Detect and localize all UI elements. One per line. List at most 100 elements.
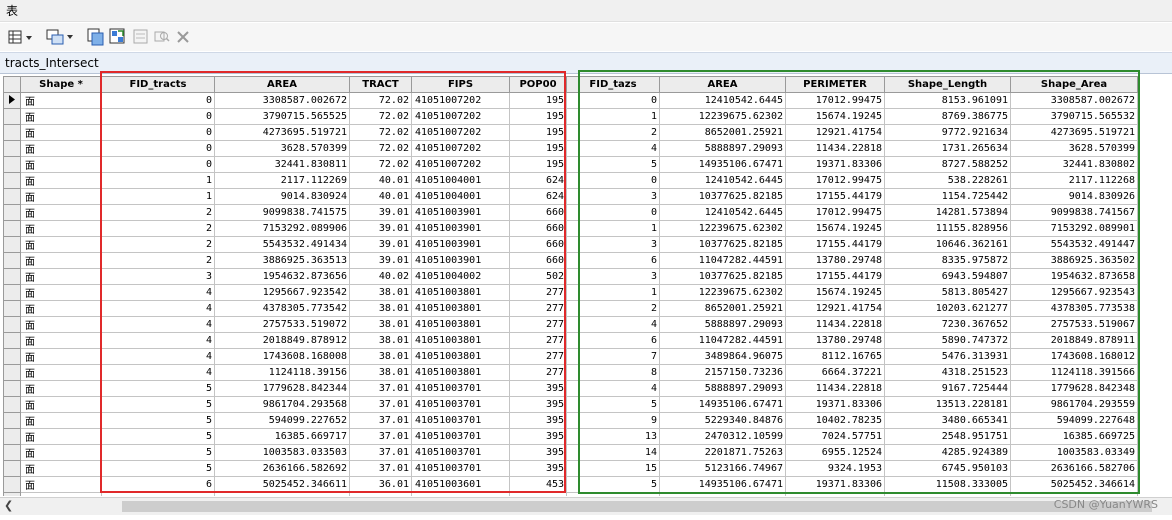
cell-perimeter[interactable]: 10402.78235: [785, 492, 885, 496]
cell-area-tazs[interactable]: 14935106.67471: [659, 476, 786, 493]
col-header-shape[interactable]: Shape *: [20, 76, 102, 93]
cell-pop00[interactable]: 395: [509, 428, 567, 445]
cell-shape[interactable]: 面: [20, 140, 102, 157]
cell-fips[interactable]: 41051003701: [411, 444, 510, 461]
cell-area-tazs[interactable]: 11047282.44591: [659, 252, 786, 269]
row-selector[interactable]: [3, 492, 21, 496]
cell-area[interactable]: 2636166.582692: [214, 460, 350, 477]
table-row[interactable]: 面 5 594099.227652 37.01 41051003701 395 9 52293…: [3, 412, 1138, 429]
cell-shape[interactable]: 面: [20, 348, 102, 365]
row-selector[interactable]: [3, 444, 21, 461]
cell-fid-tazs[interactable]: 2: [566, 124, 660, 141]
cell-fid-tazs[interactable]: 5: [566, 396, 660, 413]
col-header-pop00[interactable]: POP00: [509, 76, 567, 93]
zoom-to-selected-button[interactable]: [153, 27, 171, 47]
cell-area[interactable]: 1743608.168008: [214, 348, 350, 365]
cell-area[interactable]: 9014.830924: [214, 188, 350, 205]
cell-tract[interactable]: 38.01: [349, 348, 412, 365]
cell-tract[interactable]: 37.01: [349, 444, 412, 461]
cell-shape-area[interactable]: 3886925.363502: [1010, 252, 1138, 269]
row-selector[interactable]: [3, 348, 21, 365]
cell-shape-area[interactable]: 7153292.089901: [1010, 220, 1138, 237]
cell-shape[interactable]: 面: [20, 156, 102, 173]
cell-fid-tracts[interactable]: 4: [101, 332, 215, 349]
cell-shape-length[interactable]: 13513.228181: [884, 396, 1011, 413]
cell-fid-tracts[interactable]: 4: [101, 316, 215, 333]
cell-perimeter[interactable]: 19371.83306: [785, 396, 885, 413]
row-selector[interactable]: [3, 332, 21, 349]
cell-shape-area[interactable]: 1779628.842348: [1010, 380, 1138, 397]
table-row[interactable]: 面 0 32441.830811 72.02 41051007202 195 5 149351…: [3, 156, 1138, 173]
table-row[interactable]: 面 5 1779628.842344 37.01 41051003701 395 4 5888…: [3, 380, 1138, 397]
cell-shape-length[interactable]: 11508.333005: [884, 476, 1011, 493]
cell-area[interactable]: 1295667.923542: [214, 284, 350, 301]
cell-fid-tazs[interactable]: 3: [566, 268, 660, 285]
cell-tract[interactable]: 39.01: [349, 236, 412, 253]
table-row[interactable]: 面 4 4378305.773542 38.01 41051003801 277 2 8652…: [3, 300, 1138, 317]
cell-fid-tazs[interactable]: 5: [566, 476, 660, 493]
cell-tract[interactable]: 72.02: [349, 92, 412, 109]
cell-area[interactable]: 1124118.39156: [214, 364, 350, 381]
cell-shape-length[interactable]: 4285.924389: [884, 444, 1011, 461]
cell-shape[interactable]: 面: [20, 316, 102, 333]
cell-shape-length[interactable]: 1154.725442: [884, 188, 1011, 205]
cell-perimeter[interactable]: 17155.44179: [785, 236, 885, 253]
cell-shape-length[interactable]: 9252.028353: [884, 492, 1011, 496]
cell-shape[interactable]: 面: [20, 364, 102, 381]
cell-shape-area[interactable]: 3790715.565532: [1010, 108, 1138, 125]
row-selector[interactable]: [3, 316, 21, 333]
cell-tract[interactable]: 36.01: [349, 476, 412, 493]
cell-shape-length[interactable]: 10203.621277: [884, 300, 1011, 317]
cell-area-tazs[interactable]: 5229340.84876: [659, 492, 786, 496]
cell-fid-tazs[interactable]: 13: [566, 428, 660, 445]
cell-area-tazs[interactable]: 12239675.62302: [659, 108, 786, 125]
cell-area-tazs[interactable]: 12239675.62302: [659, 220, 786, 237]
cell-pop00[interactable]: 277: [509, 284, 567, 301]
cell-fips[interactable]: 41051007202: [411, 124, 510, 141]
cell-fid-tazs[interactable]: 1: [566, 220, 660, 237]
cell-area[interactable]: 9099838.741575: [214, 204, 350, 221]
cell-fips[interactable]: 41051003901: [411, 252, 510, 269]
cell-shape-area[interactable]: 5543532.491447: [1010, 236, 1138, 253]
cell-shape-area[interactable]: 2018849.878911: [1010, 332, 1138, 349]
cell-shape-area[interactable]: 1003583.03349: [1010, 444, 1138, 461]
row-selector[interactable]: [3, 460, 21, 477]
table-row[interactable]: 面 0 3308587.002672 72.02 41051007202 195 0 1241…: [3, 92, 1138, 109]
cell-fips[interactable]: 41051003801: [411, 284, 510, 301]
cell-fips[interactable]: 41051007202: [411, 108, 510, 125]
cell-fid-tracts[interactable]: 4: [101, 348, 215, 365]
cell-shape-area[interactable]: 9099838.741567: [1010, 204, 1138, 221]
cell-shape[interactable]: 面: [20, 460, 102, 477]
cell-pop00[interactable]: 624: [509, 188, 567, 205]
cell-tract[interactable]: 38.01: [349, 332, 412, 349]
cell-perimeter[interactable]: 17012.99475: [785, 172, 885, 189]
cell-pop00[interactable]: 624: [509, 172, 567, 189]
cell-shape-length[interactable]: 5476.313931: [884, 348, 1011, 365]
row-selector[interactable]: [3, 268, 21, 285]
cell-fid-tazs[interactable]: 14: [566, 444, 660, 461]
cell-shape[interactable]: 面: [20, 444, 102, 461]
cell-pop00[interactable]: 660: [509, 252, 567, 269]
cell-fid-tracts[interactable]: 0: [101, 140, 215, 157]
cell-area[interactable]: 4273695.519721: [214, 124, 350, 141]
table-row[interactable]: 面 6 5025452.346611 36.01 41051003601 453 5 1493…: [3, 476, 1138, 493]
table-row[interactable]: 面 4 2018849.878912 38.01 41051003801 277 6 1104…: [3, 332, 1138, 349]
cell-area[interactable]: 5543532.491434: [214, 236, 350, 253]
row-selector[interactable]: [3, 156, 21, 173]
cell-tract[interactable]: 72.02: [349, 108, 412, 125]
cell-fips[interactable]: 41051007202: [411, 92, 510, 109]
table-row[interactable]: 面 3 1954632.873656 40.02 41051004002 502 3 1037…: [3, 268, 1138, 285]
cell-pop00[interactable]: 277: [509, 300, 567, 317]
cell-shape[interactable]: 面: [20, 204, 102, 221]
cell-perimeter[interactable]: 7024.57751: [785, 428, 885, 445]
cell-shape[interactable]: 面: [20, 332, 102, 349]
col-header-perimeter[interactable]: PERIMETER: [785, 76, 885, 93]
cell-fips[interactable]: 41051007202: [411, 140, 510, 157]
cell-shape-length[interactable]: 3480.665341: [884, 412, 1011, 429]
row-selector[interactable]: [3, 108, 21, 125]
cell-shape-area[interactable]: 2117.112268: [1010, 172, 1138, 189]
cell-fid-tracts[interactable]: 2: [101, 236, 215, 253]
cell-fid-tracts[interactable]: 4: [101, 300, 215, 317]
cell-area-tazs[interactable]: 2470312.10599: [659, 428, 786, 445]
cell-fid-tracts[interactable]: 0: [101, 108, 215, 125]
